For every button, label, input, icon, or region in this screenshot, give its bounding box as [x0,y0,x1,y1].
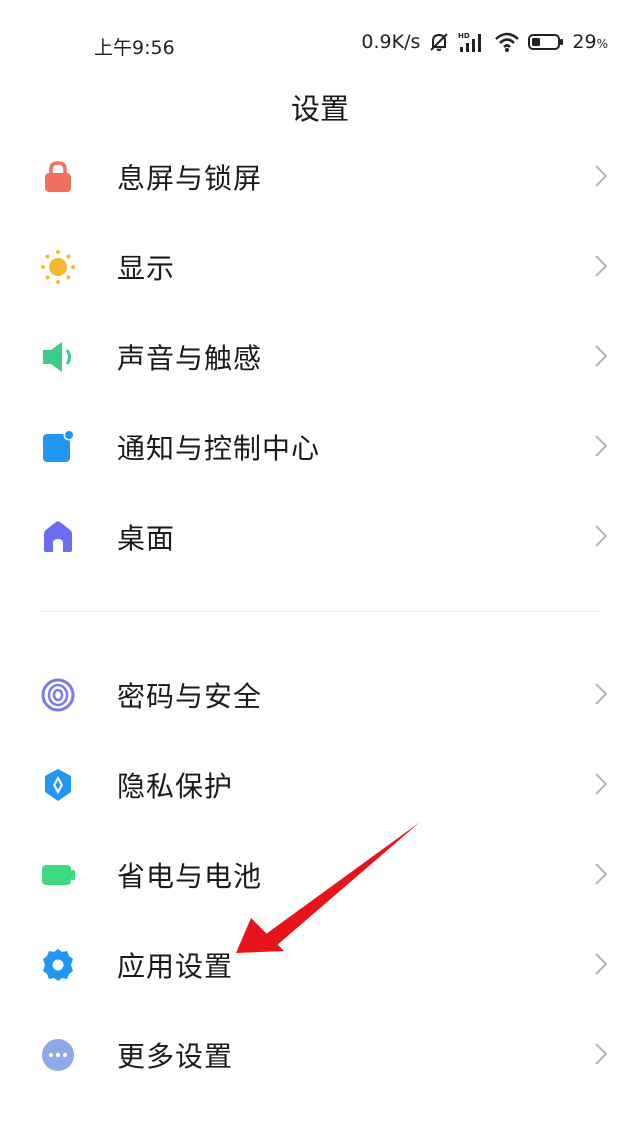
battery-status-icon [528,32,564,52]
settings-item-label: 更多设置 [117,1040,234,1073]
notification-icon [40,429,76,465]
section-divider [40,611,600,612]
settings-item-label: 息屏与锁屏 [117,162,263,195]
more-icon [40,1037,76,1073]
battery-level: 29% [572,31,608,53]
settings-item-lock-screen[interactable]: 息屏与锁屏 [0,130,640,220]
settings-item-label: 桌面 [117,522,176,555]
settings-item-more-settings[interactable]: 更多设置 [0,1008,640,1098]
cellular-signal-icon: HD [458,31,486,53]
chevron-right-icon [592,861,610,887]
sun-icon [40,249,76,285]
status-bar: 上午9:56 0.9K/s HD 29% [0,0,640,88]
settings-item-label: 隐私保护 [117,770,234,803]
privacy-shield-icon [40,767,76,803]
settings-item-label: 声音与触感 [117,342,263,375]
fingerprint-icon [40,677,76,713]
settings-item-label: 密码与安全 [117,680,263,713]
settings-item-label: 应用设置 [117,950,234,983]
mute-bell-icon [428,31,450,53]
speaker-icon [40,339,76,375]
settings-item-label: 通知与控制中心 [117,432,321,465]
status-time: 上午9:56 [94,37,175,59]
chevron-right-icon [592,163,610,189]
status-indicators: 0.9K/s HD 29% [361,31,608,53]
home-icon [40,519,76,555]
chevron-right-icon [592,1041,610,1067]
chevron-right-icon [592,433,610,459]
settings-item-sound[interactable]: 声音与触感 [0,310,640,400]
lock-icon [40,159,76,195]
chevron-right-icon [592,253,610,279]
gear-icon [40,947,76,983]
settings-item-label: 显示 [117,252,176,285]
network-speed: 0.9K/s [361,31,421,53]
chevron-right-icon [592,343,610,369]
settings-item-app-settings[interactable]: 应用设置 [0,918,640,1008]
settings-item-notifications[interactable]: 通知与控制中心 [0,400,640,490]
chevron-right-icon [592,681,610,707]
chevron-right-icon [592,771,610,797]
settings-item-password-security[interactable]: 密码与安全 [0,648,640,738]
battery-icon [40,857,76,893]
chevron-right-icon [592,523,610,549]
settings-item-privacy[interactable]: 隐私保护 [0,738,640,828]
svg-text:HD: HD [458,32,470,40]
page-title: 设置 [290,92,349,126]
settings-item-battery[interactable]: 省电与电池 [0,828,640,918]
settings-item-label: 省电与电池 [117,860,263,893]
wifi-icon [494,31,520,53]
settings-item-home-screen[interactable]: 桌面 [0,490,640,580]
settings-item-display[interactable]: 显示 [0,220,640,310]
chevron-right-icon [592,951,610,977]
